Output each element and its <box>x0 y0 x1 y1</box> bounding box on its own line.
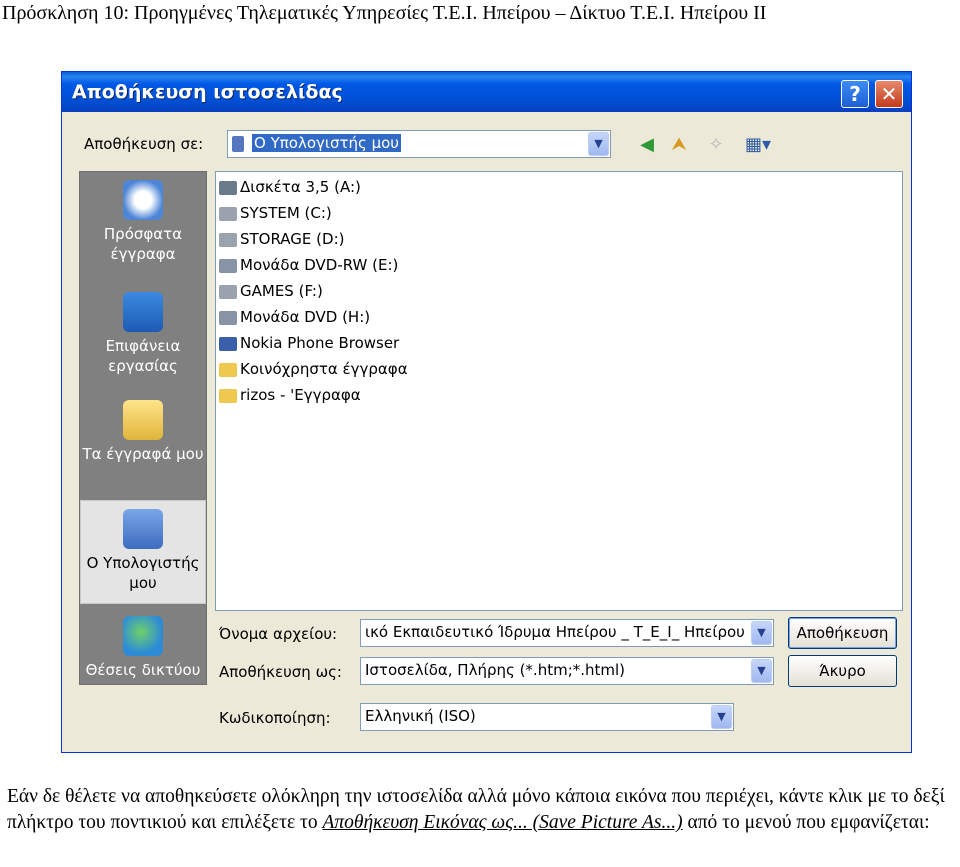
chevron-down-icon[interactable]: ▼ <box>751 621 772 645</box>
my-documents-icon <box>123 400 163 440</box>
savetype-value: Ιστοσελίδα, Πλήρης (*.htm;*.html) <box>365 661 626 679</box>
list-item[interactable]: STORAGE (D:) <box>219 227 344 251</box>
dvd-drive-icon <box>219 258 237 273</box>
dvd-drive-icon <box>219 310 237 325</box>
filename-label: Όνομα αρχείου: <box>219 625 338 643</box>
list-item[interactable]: Κοινόχρηστα έγγραφα <box>219 357 408 381</box>
save-button[interactable]: Αποθήκευση <box>788 617 897 649</box>
place-label: Θέσεις δικτύου <box>85 661 201 679</box>
hard-drive-icon <box>219 206 237 221</box>
list-item[interactable]: Nokia Phone Browser <box>219 331 399 355</box>
desktop-icon <box>123 292 163 332</box>
place-recent-documents[interactable]: Πρόσφατα έγγραφα <box>80 180 206 264</box>
up-folder-icon[interactable]: ⮝ <box>667 133 691 157</box>
help-button[interactable]: ? <box>841 80 869 108</box>
dialog-title: Αποθήκευση ιστοσελίδας <box>72 81 343 103</box>
place-desktop[interactable]: Επιφάνεια εργασίας <box>80 292 206 376</box>
views-menu-icon[interactable]: ▦▾ <box>741 133 775 157</box>
savetype-label: Αποθήκευση ως: <box>219 663 342 681</box>
floppy-drive-icon <box>219 180 237 195</box>
network-places-icon <box>123 616 163 656</box>
list-item-label: Μονάδα DVD (H:) <box>240 308 371 326</box>
list-item[interactable]: rizos - 'Εγγραφα <box>219 383 361 407</box>
filename-field[interactable]: ικό Εκπαιδευτικό Ίδρυμα Ηπείρου _ Τ_Ε_Ι_… <box>360 619 774 647</box>
my-computer-icon <box>123 509 163 549</box>
place-my-computer[interactable]: Ο Υπολογιστής μου <box>80 500 206 604</box>
filename-value: ικό Εκπαιδευτικό Ίδρυμα Ηπείρου _ Τ_Ε_Ι_… <box>365 623 745 641</box>
place-network[interactable]: Θέσεις δικτύου <box>80 616 206 680</box>
list-item-label: Μονάδα DVD-RW (E:) <box>240 256 399 274</box>
save-picture-as-link: Αποθήκευση Εικόνας ως... (Save Picture A… <box>322 812 683 833</box>
my-computer-icon <box>232 136 244 152</box>
page-heading: Πρόσκληση 10: Προηγμένες Τηλεματικές Υπη… <box>2 2 767 24</box>
savetype-dropdown[interactable]: Ιστοσελίδα, Πλήρης (*.htm;*.html) ▼ <box>360 657 774 685</box>
save-webpage-dialog: Αποθήκευση ιστοσελίδας ? ✕ Αποθήκευση σε… <box>61 71 912 753</box>
list-item-label: SYSTEM (C:) <box>240 204 332 222</box>
phone-browser-icon <box>219 336 237 351</box>
paragraph-text: από το μενού που εμφανίζεται: <box>682 812 930 833</box>
folder-icon <box>219 362 237 377</box>
list-item[interactable]: Δισκέτα 3,5 (A:) <box>219 175 361 199</box>
place-label: Ο Υπολογιστής μου <box>86 554 200 592</box>
list-item-label: Nokia Phone Browser <box>240 334 400 352</box>
encoding-value: Ελληνική (ISO) <box>365 707 476 725</box>
save-in-value: Ο Υπολογιστής μου <box>252 134 401 152</box>
place-label: Πρόσφατα έγγραφα <box>103 225 183 263</box>
list-item[interactable]: Μονάδα DVD (H:) <box>219 305 370 329</box>
list-item-label: STORAGE (D:) <box>240 230 345 248</box>
recent-documents-icon <box>123 180 163 220</box>
places-bar: Πρόσφατα έγγραφα Επιφάνεια εργασίας Τα έ… <box>79 171 207 685</box>
list-item[interactable]: Μονάδα DVD-RW (E:) <box>219 253 398 277</box>
list-item-label: Κοινόχρηστα έγγραφα <box>240 360 408 378</box>
place-my-documents[interactable]: Τα έγγραφά μου <box>80 400 206 464</box>
close-button[interactable]: ✕ <box>875 80 903 108</box>
new-folder-icon[interactable]: ✧ <box>704 133 728 157</box>
chevron-down-icon[interactable]: ▼ <box>711 705 732 729</box>
list-item-label: rizos - 'Εγγραφα <box>240 386 361 404</box>
list-item-label: Δισκέτα 3,5 (A:) <box>240 178 361 196</box>
folder-icon <box>219 388 237 403</box>
list-item[interactable]: SYSTEM (C:) <box>219 201 332 225</box>
instruction-paragraph: Εάν δε θέλετε να αποθηκεύσετε ολόκληρη τ… <box>7 784 957 836</box>
save-in-dropdown[interactable]: Ο Υπολογιστής μου ▼ <box>227 130 611 158</box>
title-bar[interactable]: Αποθήκευση ιστοσελίδας ? ✕ <box>62 72 911 112</box>
encoding-dropdown[interactable]: Ελληνική (ISO) ▼ <box>360 703 734 731</box>
encoding-label: Κωδικοποίηση: <box>219 709 331 727</box>
list-item[interactable]: GAMES (F:) <box>219 279 323 303</box>
file-list[interactable]: Δισκέτα 3,5 (A:) SYSTEM (C:) STORAGE (D:… <box>215 171 903 611</box>
hard-drive-icon <box>219 284 237 299</box>
chevron-down-icon[interactable]: ▼ <box>751 659 772 683</box>
place-label: Τα έγγραφά μου <box>82 445 204 463</box>
back-icon[interactable]: ◀ <box>635 133 659 157</box>
cancel-button[interactable]: Άκυρο <box>788 655 897 687</box>
chevron-down-icon[interactable]: ▼ <box>588 132 609 156</box>
list-item-label: GAMES (F:) <box>240 282 323 300</box>
place-label: Επιφάνεια εργασίας <box>105 337 181 375</box>
save-in-label: Αποθήκευση σε: <box>84 135 204 153</box>
hard-drive-icon <box>219 232 237 247</box>
